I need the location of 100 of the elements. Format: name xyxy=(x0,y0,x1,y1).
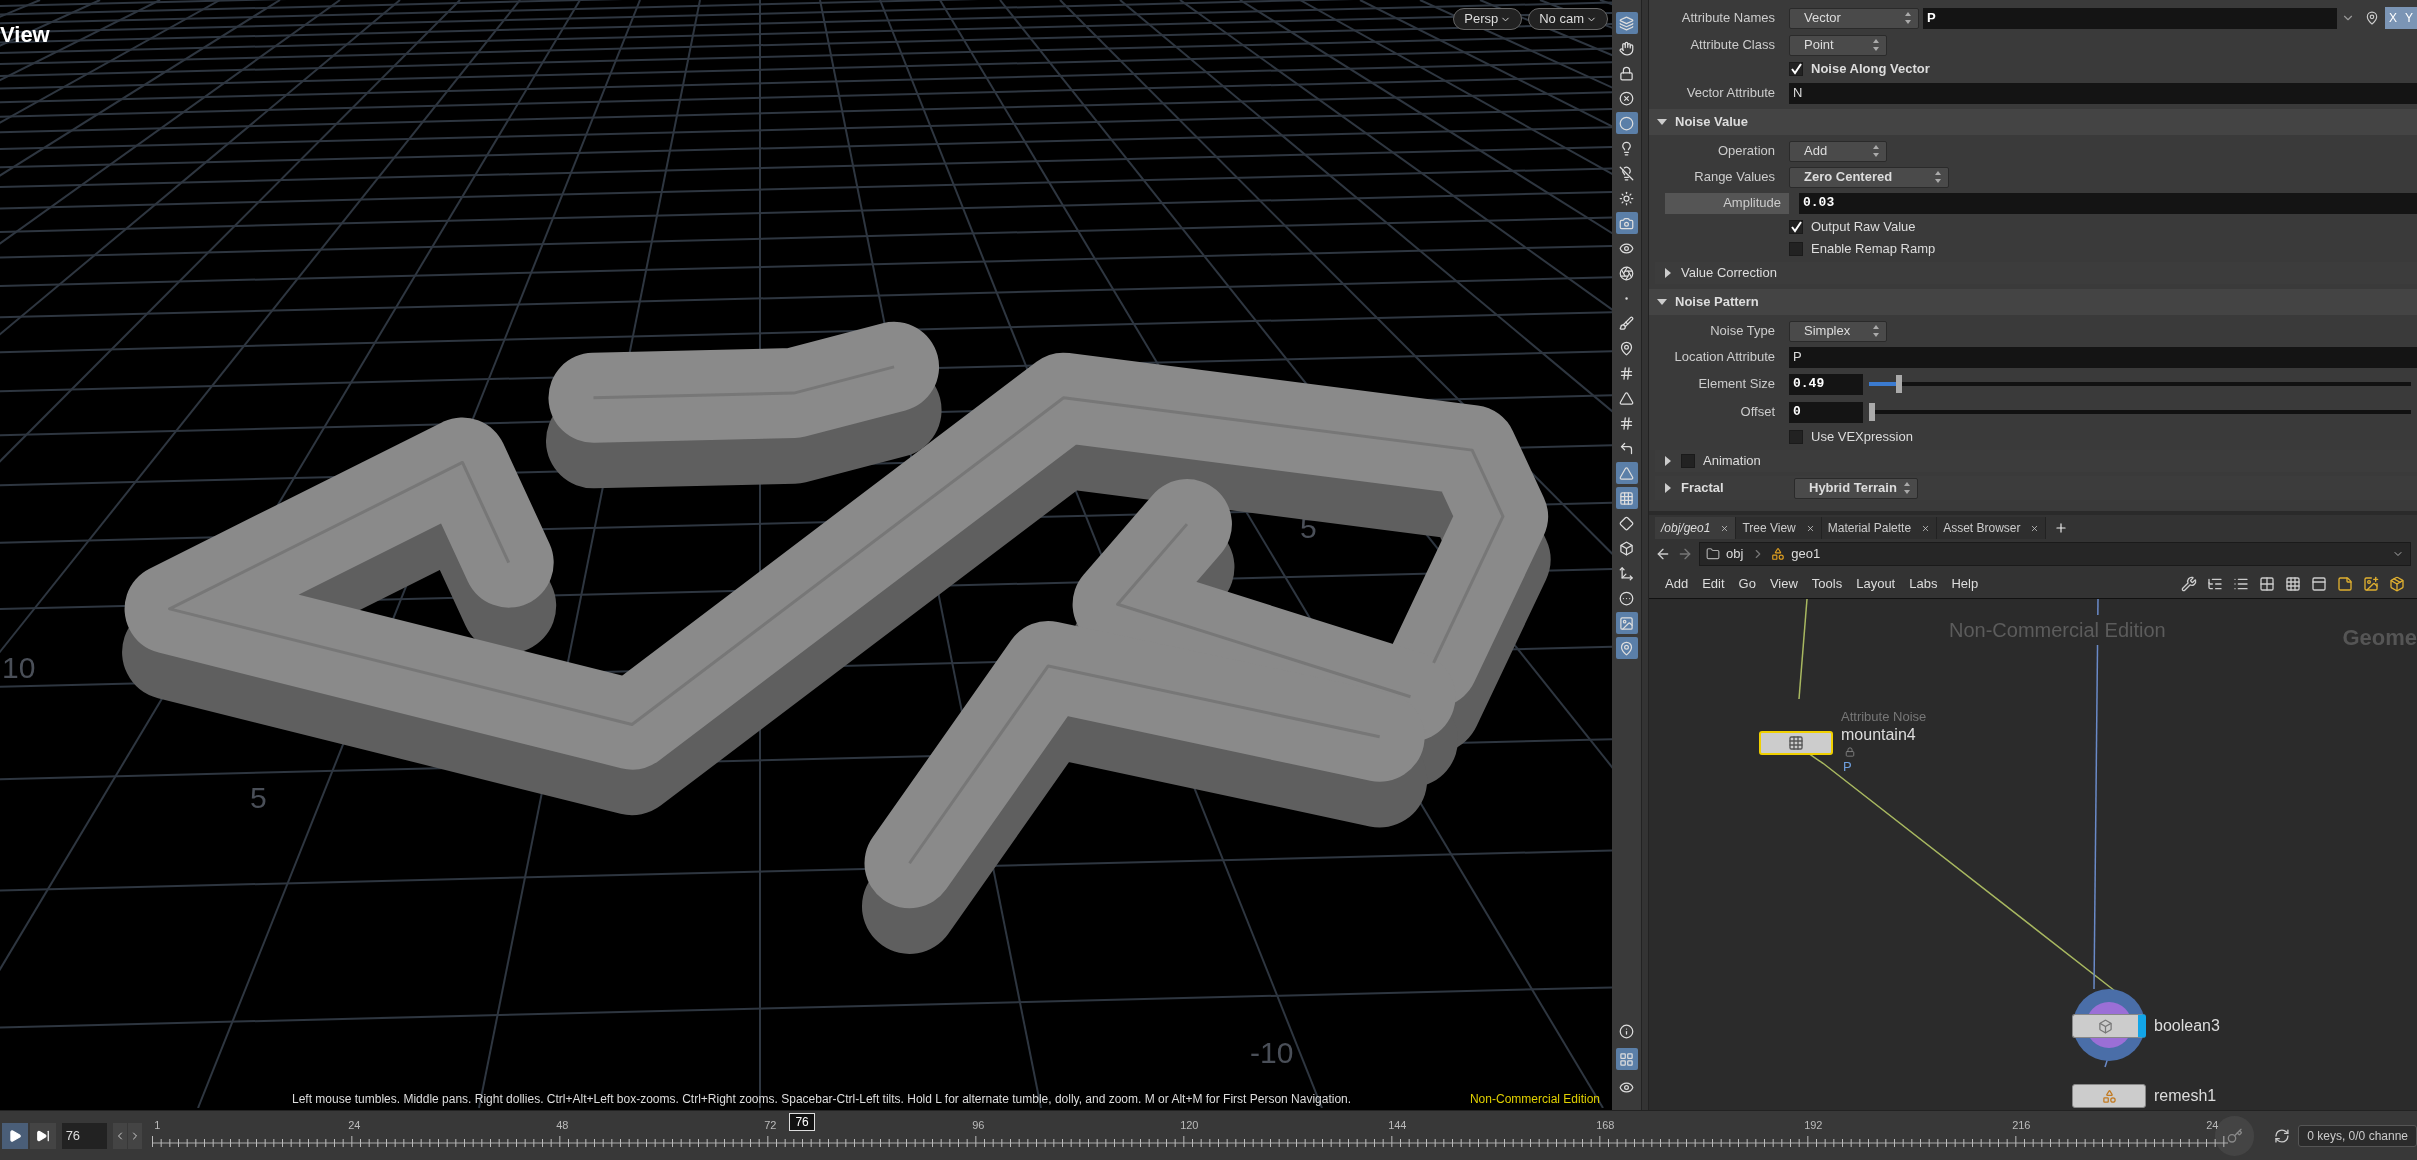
slider-handle[interactable] xyxy=(1869,403,1875,421)
layout-icon[interactable] xyxy=(1615,1048,1638,1070)
checkbox-label: Use VEXpression xyxy=(1811,428,1913,447)
folder-title: Value Correction xyxy=(1681,264,1777,283)
dropdown-menu[interactable]: Simplex xyxy=(1789,320,1887,342)
checkbox-label: Noise Along Vector xyxy=(1811,60,1930,79)
number-field[interactable]: 0.49 xyxy=(1789,373,1863,395)
playhead-marker[interactable]: 76 xyxy=(789,1112,816,1131)
parameter-label: Offset xyxy=(1740,403,1775,422)
dropdown-menu[interactable]: Hybrid Terrain xyxy=(1794,477,1918,499)
menu-item[interactable]: Edit xyxy=(1702,573,1725,594)
collapse-icon[interactable] xyxy=(1657,297,1667,307)
add-tab-icon[interactable] xyxy=(2054,521,2069,535)
checkbox[interactable] xyxy=(1789,220,1803,234)
back-icon[interactable] xyxy=(1655,546,1671,562)
collapse-icon[interactable] xyxy=(1657,117,1667,127)
parameter-label: Attribute Names xyxy=(1681,9,1775,28)
spinner-icon xyxy=(1903,481,1911,495)
menu-item[interactable]: View xyxy=(1769,573,1798,594)
path-bar[interactable]: obj geo1 xyxy=(1699,542,2411,566)
checkbox[interactable] xyxy=(1789,62,1803,76)
frame-field[interactable]: 76 xyxy=(61,1122,108,1149)
path-item[interactable]: geo1 xyxy=(1791,544,1821,564)
spinner-icon xyxy=(1872,38,1880,52)
navigation-hint: Left mouse tumbles. Middle pans. Right dollies. Ctrl+Alt+Left box-zooms. Ctrl+Right zooms. Spacebar-Ctrl-Left tilts. Hold L for alternate tumble, dolly, and zoom. M or Alt+M for First Person Navigation. xyxy=(292,1091,1352,1108)
spinner-icon xyxy=(1904,11,1912,25)
node[interactable] xyxy=(2072,1014,2146,1038)
checkbox[interactable] xyxy=(1789,242,1803,256)
camera-menu[interactable]: Persp xyxy=(1453,8,1523,30)
checker-icon[interactable] xyxy=(1615,487,1638,509)
skip-end-button[interactable] xyxy=(29,1122,56,1149)
text-field[interactable]: N xyxy=(1789,82,2417,104)
refresh-icon[interactable] xyxy=(2274,1127,2291,1144)
section-title: Noise Pattern xyxy=(1675,293,1759,312)
frame-tick-label: 216 xyxy=(2012,1117,2031,1133)
expand-icon[interactable] xyxy=(1663,456,1673,466)
number-field[interactable]: 0 xyxy=(1789,401,1863,423)
step-forward-button[interactable] xyxy=(128,1122,143,1149)
close-icon[interactable] xyxy=(1921,523,1931,533)
tab[interactable]: Tree View xyxy=(1736,517,1822,539)
image-icon[interactable] xyxy=(1615,612,1638,634)
menu-item[interactable]: Labs xyxy=(1909,573,1938,594)
parameter-label: Operation xyxy=(1717,142,1775,161)
wrench-icon[interactable] xyxy=(2181,575,2197,592)
panel-icon[interactable] xyxy=(2311,575,2327,592)
geometry-icon xyxy=(1771,547,1786,561)
section-header[interactable]: Noise Value xyxy=(1649,109,2417,135)
box-icon[interactable] xyxy=(2389,575,2405,592)
tab-label: Asset Browser xyxy=(1943,520,2021,537)
slider-handle[interactable] xyxy=(1895,375,1902,393)
camera-menu[interactable]: No cam xyxy=(1528,8,1608,30)
dropdown-menu[interactable]: Point xyxy=(1789,34,1887,56)
node[interactable] xyxy=(2072,1084,2146,1108)
close-icon[interactable] xyxy=(1720,523,1730,533)
path-item[interactable]: obj xyxy=(1726,544,1744,564)
number-field[interactable]: 0.03 xyxy=(1799,192,2417,214)
spinner-icon xyxy=(1872,144,1880,158)
checkbox[interactable] xyxy=(1789,430,1803,444)
tab[interactable]: Material Palette xyxy=(1821,517,1938,539)
grid-icon[interactable] xyxy=(2285,575,2301,592)
attribute-label: P xyxy=(1843,758,1853,777)
note-icon[interactable] xyxy=(2337,575,2353,592)
text-field[interactable]: P xyxy=(1923,7,2337,29)
frame-tick-label: 96 xyxy=(972,1117,985,1133)
camera-icon[interactable] xyxy=(1615,212,1638,234)
tab[interactable]: /obj/geo1 xyxy=(1655,517,1737,539)
expand-icon[interactable] xyxy=(1663,268,1673,278)
color-grid-icon[interactable] xyxy=(2259,575,2275,592)
step-back-button[interactable] xyxy=(113,1122,128,1149)
close-icon[interactable] xyxy=(2030,523,2040,533)
checkbox[interactable] xyxy=(1681,454,1695,468)
menu-item[interactable]: Layout xyxy=(1856,573,1896,594)
dropdown-menu[interactable]: Vector xyxy=(1789,7,1919,29)
pin-icon[interactable] xyxy=(2365,11,2379,25)
parameter-label: Range Values xyxy=(1694,168,1775,187)
section-header[interactable]: Noise Pattern xyxy=(1649,289,2417,315)
grid-label: 5 xyxy=(250,780,267,816)
layers-icon[interactable] xyxy=(1615,12,1638,34)
forward-icon[interactable] xyxy=(1677,546,1693,562)
image-icon[interactable] xyxy=(2363,575,2379,592)
tick-marks-drawing[interactable] xyxy=(152,1135,2229,1147)
text-field[interactable]: P xyxy=(1789,346,2417,368)
pin-icon[interactable] xyxy=(1615,637,1638,659)
dropdown-menu[interactable]: Add xyxy=(1789,140,1887,162)
play-button[interactable] xyxy=(2,1122,28,1149)
expand-icon[interactable] xyxy=(1663,483,1673,493)
menu-item[interactable]: Go xyxy=(1738,573,1756,594)
tab-label: Material Palette xyxy=(1827,520,1912,537)
close-icon[interactable] xyxy=(1805,523,1815,533)
edition-label: Non-Commercial Edition xyxy=(1469,1091,1600,1108)
menu-item[interactable]: Help xyxy=(1951,573,1979,594)
checkbox-label: Output Raw Value xyxy=(1811,218,1916,237)
frame-tick-label: 168 xyxy=(1596,1117,1615,1133)
dropdown-menu[interactable]: Zero Centered xyxy=(1789,166,1949,188)
frame-tick-label: 1 xyxy=(154,1117,161,1133)
tab[interactable]: Asset Browser xyxy=(1937,517,2047,539)
node[interactable] xyxy=(1759,730,1833,755)
menu-item[interactable]: Tools xyxy=(1811,573,1843,594)
parameter-label: Vector Attribute xyxy=(1686,84,1775,103)
menu-item[interactable]: Add xyxy=(1665,573,1689,594)
